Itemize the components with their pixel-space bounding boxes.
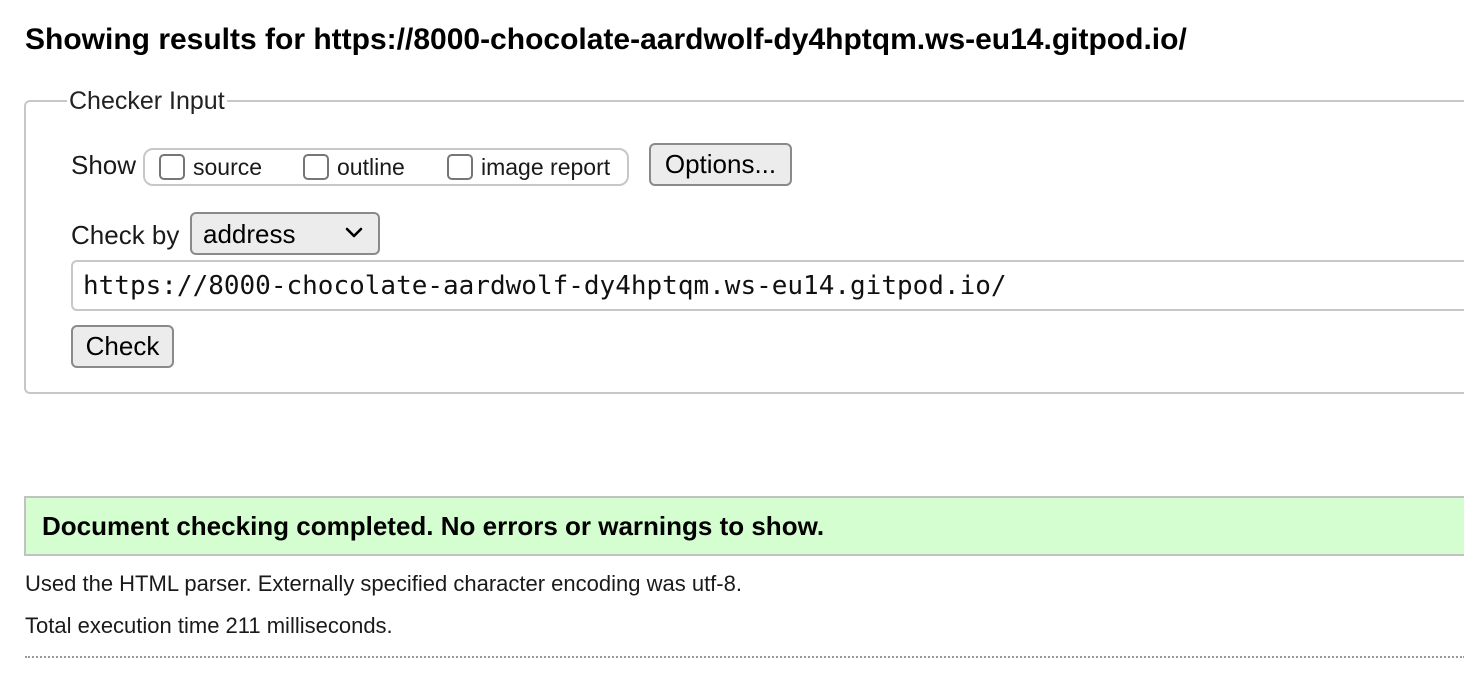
check-by-label: Check by <box>71 220 180 250</box>
options-button[interactable]: Options... <box>649 143 792 186</box>
outline-checkbox[interactable] <box>303 154 329 180</box>
show-source-option[interactable]: source <box>159 150 262 184</box>
source-checkbox[interactable] <box>159 154 185 180</box>
chevron-down-icon <box>345 227 363 238</box>
show-image-report-option[interactable]: image report <box>447 150 610 184</box>
check-button[interactable]: Check <box>71 325 174 368</box>
show-outline-option[interactable]: outline <box>303 150 405 184</box>
checker-input-legend: Checker Input <box>67 86 227 116</box>
show-label: Show <box>71 150 137 180</box>
success-message: Document checking completed. No errors o… <box>24 496 1464 556</box>
check-by-select[interactable]: address <box>190 212 380 255</box>
dotted-divider <box>25 656 1464 658</box>
check-by-selected-value: address <box>203 218 296 249</box>
show-options-group: source outline image report <box>143 148 629 186</box>
image-report-checkbox-label: image report <box>481 154 611 180</box>
execution-time-info: Total execution time 211 milliseconds. <box>25 613 393 638</box>
outline-checkbox-label: outline <box>337 154 405 180</box>
image-report-checkbox[interactable] <box>447 154 473 180</box>
source-checkbox-label: source <box>193 154 263 180</box>
parser-info: Used the HTML parser. Externally specifi… <box>25 571 742 596</box>
validator-page: Showing results for https://8000-chocola… <box>0 0 1464 688</box>
document-url-input[interactable] <box>71 260 1464 311</box>
page-title: Showing results for https://8000-chocola… <box>25 23 1187 56</box>
